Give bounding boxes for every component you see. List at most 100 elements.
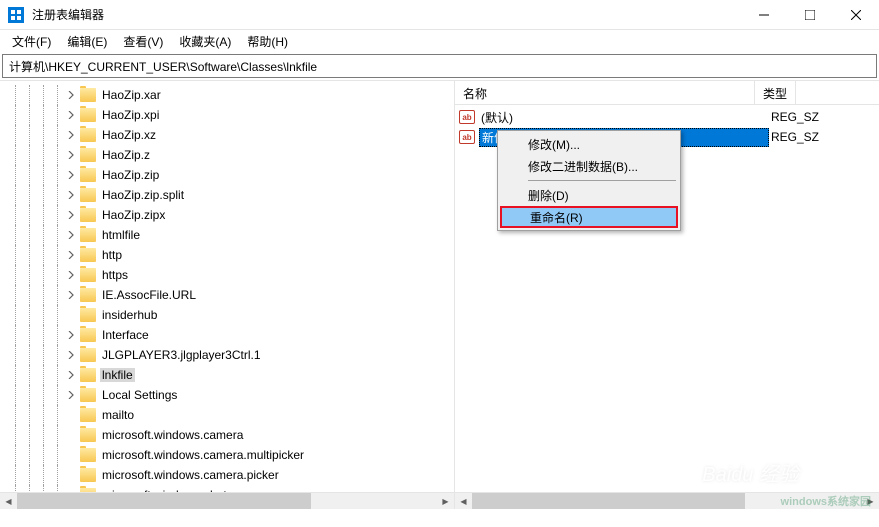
tree-item[interactable]: HaoZip.xz — [0, 125, 454, 145]
tree-item-label: HaoZip.zip.split — [100, 188, 186, 202]
scroll-track[interactable] — [17, 493, 437, 509]
folder-icon — [80, 188, 96, 202]
chevron-right-icon[interactable] — [64, 169, 78, 181]
chevron-right-icon[interactable] — [64, 329, 78, 341]
tree-item[interactable]: mailto — [0, 405, 454, 425]
tree-item[interactable]: HaoZip.zipx — [0, 205, 454, 225]
tree-item[interactable]: insiderhub — [0, 305, 454, 325]
tree-content[interactable]: HaoZip.xar HaoZip.xpi HaoZip.xz HaoZip.z Hao… — [0, 81, 454, 509]
maximize-button[interactable] — [787, 0, 833, 30]
tree-item[interactable]: JLGPLAYER3.jlgplayer3Ctrl.1 — [0, 345, 454, 365]
tree-item-label: HaoZip.zip — [100, 168, 161, 182]
folder-icon — [80, 288, 96, 302]
chevron-right-icon[interactable] — [64, 209, 78, 221]
tree-item[interactable]: IE.AssocFile.URL — [0, 285, 454, 305]
folder-icon — [80, 208, 96, 222]
menu-file[interactable]: 文件(F) — [4, 31, 59, 52]
column-header-name[interactable]: 名称 — [455, 81, 755, 104]
folder-icon — [80, 248, 96, 262]
tree-item[interactable]: HaoZip.zip.split — [0, 185, 454, 205]
tree-item[interactable]: https — [0, 265, 454, 285]
tree-item-label: Interface — [100, 328, 151, 342]
folder-icon — [80, 308, 96, 322]
menu-help[interactable]: 帮助(H) — [239, 31, 296, 52]
scroll-left-button[interactable]: ◀ — [0, 493, 17, 509]
folder-icon — [80, 388, 96, 402]
tree-item-label: mailto — [100, 408, 136, 422]
tree-item-label: insiderhub — [100, 308, 159, 322]
list-row[interactable]: ab(默认)REG_SZ — [455, 107, 879, 127]
tree-item[interactable]: Local Settings — [0, 385, 454, 405]
chevron-right-icon[interactable] — [64, 269, 78, 281]
tree-item-label: Local Settings — [100, 388, 179, 402]
menu-view[interactable]: 查看(V) — [115, 31, 171, 52]
tree-item-label: HaoZip.xz — [100, 128, 158, 142]
scroll-thumb[interactable] — [17, 493, 311, 509]
tree-item-label: microsoft.windows.camera — [100, 428, 245, 442]
watermark-baidu: Baidu 经验 — [702, 458, 799, 487]
tree-item-label: microsoft.windows.camera.multipicker — [100, 448, 306, 462]
address-bar[interactable]: 计算机\HKEY_CURRENT_USER\Software\Classes\l… — [2, 54, 877, 78]
scroll-right-button[interactable]: ▶ — [437, 493, 454, 509]
folder-icon — [80, 88, 96, 102]
scroll-thumb[interactable] — [472, 493, 745, 509]
folder-icon — [80, 128, 96, 142]
menubar: 文件(F) 编辑(E) 查看(V) 收藏夹(A) 帮助(H) — [0, 30, 879, 52]
tree-item[interactable]: lnkfile — [0, 365, 454, 385]
minimize-button[interactable] — [741, 0, 787, 30]
chevron-right-icon[interactable] — [64, 149, 78, 161]
folder-icon — [80, 408, 96, 422]
context-menu-item[interactable]: 重命名(R) — [500, 206, 678, 228]
chevron-right-icon[interactable] — [64, 469, 78, 481]
tree-item-label: HaoZip.z — [100, 148, 152, 162]
tree-item-label: HaoZip.xar — [100, 88, 163, 102]
chevron-right-icon[interactable] — [64, 109, 78, 121]
tree-item[interactable]: microsoft.windows.camera — [0, 425, 454, 445]
context-menu-item[interactable]: 修改二进制数据(B)... — [500, 155, 678, 177]
scroll-left-button[interactable]: ◀ — [455, 493, 472, 509]
tree-scrollbar-horizontal[interactable]: ◀ ▶ — [0, 492, 454, 509]
tree-item[interactable]: microsoft.windows.camera.picker — [0, 465, 454, 485]
context-menu: 修改(M)...修改二进制数据(B)... 删除(D)重命名(R) — [497, 130, 681, 231]
folder-icon — [80, 428, 96, 442]
chevron-right-icon[interactable] — [64, 409, 78, 421]
context-menu-item[interactable]: 删除(D) — [500, 184, 678, 206]
chevron-right-icon[interactable] — [64, 309, 78, 321]
context-divider — [528, 180, 676, 181]
folder-icon — [80, 328, 96, 342]
tree-item-label: http — [100, 248, 124, 262]
chevron-right-icon[interactable] — [64, 389, 78, 401]
menu-favorites[interactable]: 收藏夹(A) — [171, 31, 239, 52]
chevron-right-icon[interactable] — [64, 449, 78, 461]
folder-icon — [80, 468, 96, 482]
chevron-right-icon[interactable] — [64, 369, 78, 381]
context-menu-item[interactable]: 修改(M)... — [500, 133, 678, 155]
menu-edit[interactable]: 编辑(E) — [59, 31, 115, 52]
titlebar: 注册表编辑器 — [0, 0, 879, 30]
chevron-right-icon[interactable] — [64, 89, 78, 101]
window-title: 注册表编辑器 — [32, 6, 741, 23]
close-button[interactable] — [833, 0, 879, 30]
tree-item[interactable]: HaoZip.z — [0, 145, 454, 165]
tree-item-label: HaoZip.zipx — [100, 208, 167, 222]
chevron-right-icon[interactable] — [64, 349, 78, 361]
chevron-right-icon[interactable] — [64, 229, 78, 241]
string-value-icon: ab — [459, 130, 475, 144]
chevron-right-icon[interactable] — [64, 189, 78, 201]
tree-item[interactable]: Interface — [0, 325, 454, 345]
window-controls — [741, 0, 879, 30]
tree-item-label: htmlfile — [100, 228, 142, 242]
tree-item[interactable]: microsoft.windows.camera.multipicker — [0, 445, 454, 465]
chevron-right-icon[interactable] — [64, 129, 78, 141]
chevron-right-icon[interactable] — [64, 429, 78, 441]
value-type: REG_SZ — [769, 110, 821, 124]
tree-item[interactable]: HaoZip.zip — [0, 165, 454, 185]
column-header-type[interactable]: 类型 — [755, 81, 796, 104]
tree-item[interactable]: HaoZip.xar — [0, 85, 454, 105]
chevron-right-icon[interactable] — [64, 249, 78, 261]
tree-item[interactable]: htmlfile — [0, 225, 454, 245]
watermark-windows: windows系统家园 — [781, 493, 871, 509]
chevron-right-icon[interactable] — [64, 289, 78, 301]
tree-item[interactable]: HaoZip.xpi — [0, 105, 454, 125]
tree-item[interactable]: http — [0, 245, 454, 265]
